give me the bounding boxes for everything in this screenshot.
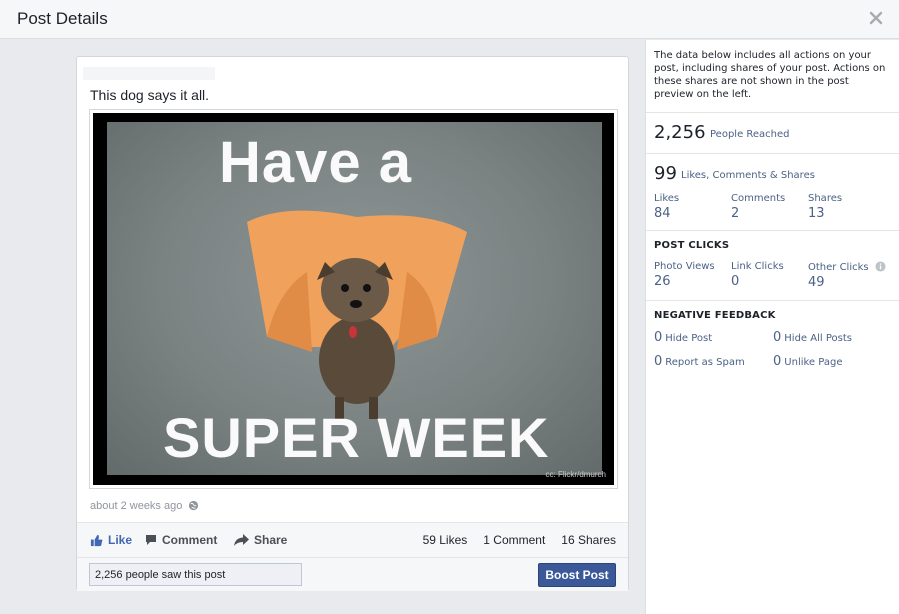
hide-all-value: 0 [773,330,782,345]
engagement-section: 99 Likes, Comments & Shares Likes 84 Com… [646,154,899,231]
other-clicks-label: Other Clicks [808,262,869,273]
post-preview-pane: This dog says it all. Have a SUPER WEEK … [0,40,645,614]
photo-views-value: 26 [654,274,671,289]
negative-feedback-section: NEGATIVE FEEDBACK 0 Hide Post 0 Hide All P… [646,301,899,381]
stat-comments-value: 2 [731,206,740,221]
post-message: This dog says it all. [90,87,210,103]
neg-report-spam: 0 Report as Spam [654,354,745,369]
dialog-header: Post Details [0,0,899,39]
image-credit: cc: Flickr/dmurch [545,470,606,479]
timestamp-text[interactable]: about 2 weeks ago [90,500,182,512]
stat-photo-views: Photo Views 26 [654,261,715,289]
post-footer: 2,256 people saw this post Boost Post [77,557,628,591]
close-icon[interactable] [869,11,883,25]
stat-comments: Comments 2 [731,193,785,221]
stat-shares: Shares 13 [808,193,842,221]
stat-link-clicks: Link Clicks 0 [731,261,784,289]
dialog-title: Post Details [17,9,108,28]
post-photo[interactable]: Have a SUPER WEEK cc: Flickr/dmurch [89,109,618,489]
likes-count-link[interactable]: 59 Likes [423,533,468,547]
insights-intro: The data below includes all actions on y… [646,40,899,113]
hide-post-value: 0 [654,330,663,345]
stat-likes: Likes 84 [654,193,679,221]
post-clicks-heading: POST CLICKS [654,240,730,251]
neg-hide-all: 0 Hide All Posts [773,330,852,345]
stat-shares-label: Shares [808,193,843,204]
shares-count-link[interactable]: 16 Shares [561,533,616,547]
boost-post-button[interactable]: Boost Post [538,563,616,587]
stat-likes-value: 84 [654,206,671,221]
photo-canvas: Have a SUPER WEEK cc: Flickr/dmurch [93,113,614,485]
hide-all-label: Hide All Posts [784,333,852,344]
negative-feedback-heading: NEGATIVE FEEDBACK [654,310,776,321]
post-clicks-section: POST CLICKS Photo Views 26 Link Clicks 0… [646,231,899,301]
comments-count-link[interactable]: 1 Comment [483,533,545,547]
people-reached-section: 2,256 People Reached [646,113,899,154]
neg-unlike-page: 0 Unlike Page [773,354,842,369]
photo-views-label: Photo Views [654,261,715,272]
insights-panel: The data below includes all actions on y… [645,40,899,614]
comment-icon [146,535,156,545]
reached-label: People Reached [710,129,790,140]
like-button[interactable]: Like [90,533,132,547]
info-icon[interactable] [875,261,886,272]
post-action-bar: Like Comment Share 59 Likes 1 Comment 16… [77,522,628,557]
like-label: Like [108,533,133,547]
share-button[interactable]: Share [234,533,287,547]
engagement-value: 99 [654,163,677,184]
post-timestamp: about 2 weeks ago [90,500,199,512]
globe-icon [189,500,199,511]
comment-button[interactable]: Comment [145,533,217,547]
hide-post-label: Hide Post [665,333,713,344]
unlike-page-value: 0 [773,354,782,369]
report-spam-label: Report as Spam [665,357,745,368]
share-label: Share [254,533,288,547]
stat-shares-value: 13 [808,206,825,221]
comment-label: Comment [162,533,218,547]
post-card: This dog says it all. Have a SUPER WEEK … [76,56,629,591]
link-clicks-label: Link Clicks [731,261,784,272]
other-clicks-value: 49 [808,275,825,290]
stat-likes-label: Likes [654,193,680,204]
share-arrow-icon [234,534,249,546]
engagement-label: Likes, Comments & Shares [681,170,815,181]
neg-hide-post: 0 Hide Post [654,330,712,345]
thumbs-up-icon [90,534,103,546]
unlike-page-label: Unlike Page [784,357,843,368]
redacted-author [83,67,215,80]
image-subline: SUPER WEEK [163,406,550,469]
reach-summary: 2,256 people saw this post [89,563,302,586]
link-clicks-value: 0 [731,274,740,289]
image-headline: Have a [219,130,413,195]
engagement-counts: 59 Likes 1 Comment 16 Shares [423,533,616,547]
reached-value: 2,256 [654,122,706,143]
stat-comments-label: Comments [731,193,786,204]
stat-other-clicks: Other Clicks 49 [808,261,886,290]
report-spam-value: 0 [654,354,663,369]
